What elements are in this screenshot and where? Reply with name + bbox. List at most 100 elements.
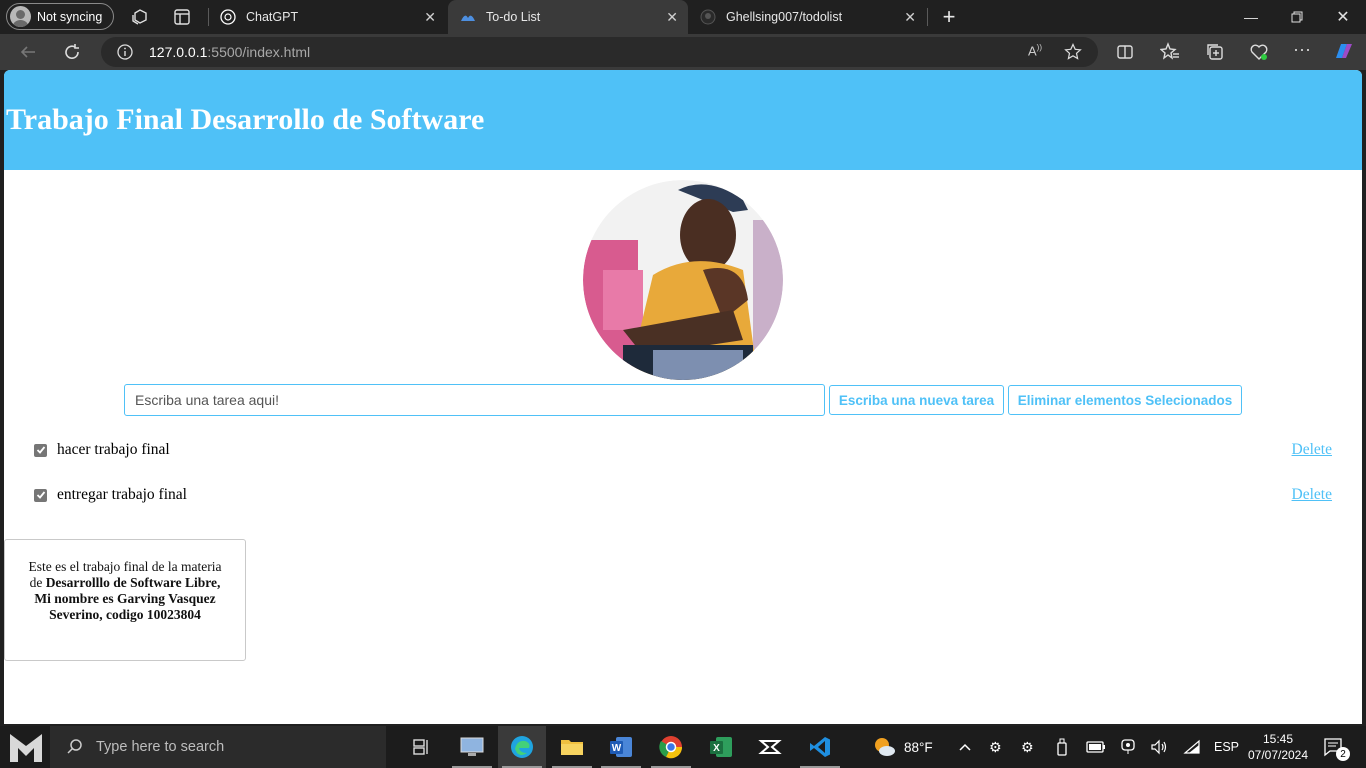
- footer-info: Este es el trabajo final de la materia d…: [4, 539, 246, 661]
- todo-checkbox[interactable]: [34, 488, 47, 502]
- info-icon[interactable]: [117, 44, 133, 60]
- tab-title: To-do List: [486, 10, 541, 24]
- language-label: ESP: [1214, 740, 1240, 754]
- restore-icon: [1291, 11, 1303, 23]
- taskbar-app-capcut[interactable]: [746, 726, 794, 768]
- minimize-button[interactable]: —: [1228, 0, 1274, 34]
- browser-essentials-icon[interactable]: [1249, 42, 1269, 62]
- tab-title: Ghellsing007/todolist: [726, 10, 843, 24]
- back-icon[interactable]: [18, 42, 38, 62]
- collections-icon[interactable]: [1205, 42, 1225, 62]
- usb-drive-icon: [1057, 738, 1067, 756]
- notification-count-badge: 2: [1336, 747, 1350, 761]
- show-hidden-icons[interactable]: [958, 726, 972, 768]
- todo-text: entregar trabajo final: [57, 486, 187, 503]
- svg-text:X: X: [713, 743, 720, 754]
- split-screen-icon[interactable]: [1115, 42, 1135, 62]
- checkmark-icon: [36, 446, 45, 454]
- url-host: 127.0.0.1: [149, 44, 208, 60]
- notification-center-button[interactable]: 2: [1322, 726, 1350, 768]
- delete-link[interactable]: Delete: [1292, 486, 1332, 504]
- address-bar[interactable]: 127.0.0.1:5500/index.html A)): [101, 37, 1098, 67]
- todo-item: hacer trabajo final Delete: [34, 438, 1334, 462]
- taskbar-app-explorer[interactable]: [548, 726, 596, 768]
- tray-item[interactable]: [1056, 726, 1068, 768]
- tray-item[interactable]: [1086, 726, 1106, 768]
- delete-link[interactable]: Delete: [1292, 441, 1332, 459]
- task-view-button[interactable]: [398, 726, 446, 768]
- webcam-icon: [1121, 739, 1135, 754]
- taskbar-app-word[interactable]: W: [597, 726, 645, 768]
- network-activity-icon: ⚙: [1021, 738, 1034, 755]
- copilot-icon[interactable]: [1332, 40, 1356, 64]
- vscode-icon: [810, 737, 830, 757]
- tab-actions-icon[interactable]: [172, 7, 192, 27]
- tray-item[interactable]: ⚙: [1021, 726, 1034, 768]
- tray-item[interactable]: [1183, 726, 1201, 768]
- weather-temp: 88°F: [904, 739, 933, 755]
- capcut-icon: [758, 740, 782, 754]
- url-path: :5500/index.html: [207, 44, 311, 60]
- clock[interactable]: 15:45 07/07/2024: [1248, 726, 1308, 768]
- search-placeholder: Type here to search: [96, 739, 225, 755]
- tab-github[interactable]: Ghellsing007/todolist ✕: [688, 0, 926, 34]
- page-viewport: Trabajo Final Desarrollo de Software Esc…: [4, 70, 1362, 724]
- taskbar-search[interactable]: Type here to search: [50, 726, 386, 768]
- github-icon: [700, 9, 716, 25]
- close-tab-icon[interactable]: ✕: [424, 9, 436, 26]
- workspaces-icon[interactable]: [130, 7, 150, 27]
- profile-button[interactable]: Not syncing: [6, 3, 114, 30]
- task-input[interactable]: [124, 384, 825, 416]
- taskbar-app-vscode[interactable]: [796, 726, 844, 768]
- refresh-icon[interactable]: [62, 42, 82, 62]
- checkmark-icon: [36, 491, 45, 499]
- excel-icon: X: [710, 737, 732, 757]
- more-options-icon[interactable]: ···: [1292, 40, 1312, 62]
- wifi-icon: [1183, 739, 1200, 754]
- tab-title: ChatGPT: [246, 10, 299, 24]
- weather-partly-cloudy-icon: [875, 738, 895, 756]
- close-window-button[interactable]: ✕: [1320, 0, 1366, 34]
- network-activity-icon: ⚙: [989, 738, 1002, 755]
- profile-photo: [583, 180, 783, 380]
- todo-checkbox[interactable]: [34, 443, 47, 457]
- page-title: Trabajo Final Desarrollo de Software: [6, 103, 485, 136]
- taskbar-app-chrome[interactable]: [647, 726, 695, 768]
- search-icon: [67, 739, 82, 754]
- taskbar: Type here to search W X 88°F ⚙ ⚙ ESP 15:…: [0, 726, 1366, 768]
- favorites-icon[interactable]: [1160, 42, 1180, 62]
- new-tab-button[interactable]: +: [926, 0, 972, 34]
- browser-toolbar: 127.0.0.1:5500/index.html A)) ···: [0, 34, 1366, 70]
- edge-icon: [511, 736, 533, 758]
- battery-icon: [1086, 741, 1105, 753]
- add-task-button[interactable]: Escriba una nueva tarea: [829, 385, 1004, 415]
- file-explorer-icon: [561, 740, 583, 755]
- todo-text: hacer trabajo final: [57, 441, 170, 458]
- tray-item[interactable]: [1150, 726, 1168, 768]
- close-tab-icon[interactable]: ✕: [904, 9, 916, 26]
- restore-button[interactable]: [1274, 0, 1320, 34]
- taskbar-app-excel[interactable]: X: [697, 726, 745, 768]
- footer-author: Desarrolllo de Software Libre, Mi nombre…: [34, 575, 221, 622]
- tab-todo-list[interactable]: To-do List ✕: [448, 0, 688, 34]
- start-logo-icon[interactable]: [8, 730, 44, 764]
- taskbar-app-remote[interactable]: [448, 726, 496, 768]
- browser-tab-strip: Not syncing ChatGPT ✕ To-do List ✕ Ghell…: [0, 0, 1366, 34]
- taskbar-app-edge[interactable]: [498, 726, 546, 768]
- favorite-star-icon[interactable]: [1064, 43, 1082, 61]
- chatgpt-icon: [220, 9, 236, 25]
- clock-time: 15:45: [1262, 732, 1294, 746]
- avatar: [10, 6, 31, 27]
- word-icon: W: [610, 737, 632, 757]
- weather-widget[interactable]: 88°F: [872, 726, 933, 768]
- tray-item[interactable]: ⚙: [989, 726, 1002, 768]
- todo-item: entregar trabajo final Delete: [34, 483, 1334, 507]
- chrome-icon: [659, 736, 683, 759]
- close-tab-icon[interactable]: ✕: [666, 9, 678, 26]
- read-aloud-icon[interactable]: A)): [1028, 43, 1042, 58]
- delete-selected-button[interactable]: Eliminar elementos Selecionados: [1008, 385, 1242, 415]
- remote-desktop-icon: [460, 737, 484, 756]
- input-language[interactable]: ESP: [1214, 726, 1239, 768]
- tab-chatgpt[interactable]: ChatGPT ✕: [208, 0, 446, 34]
- tray-item[interactable]: [1120, 726, 1136, 768]
